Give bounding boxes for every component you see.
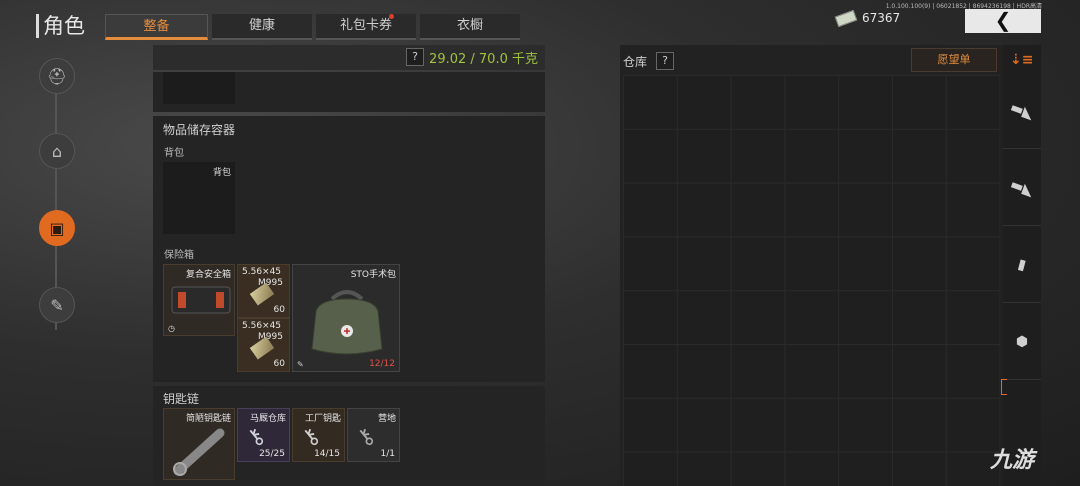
clock-icon: ◷ bbox=[168, 324, 175, 333]
currency-amount: 67367 bbox=[862, 11, 901, 25]
sidebar-item-vest[interactable]: ⌂ bbox=[39, 133, 75, 169]
box-icon: ⬢ bbox=[1015, 333, 1029, 350]
ammo-item[interactable]: 5.56×45 M995 60 bbox=[237, 264, 290, 318]
sidebar-item-tools[interactable]: ✎ bbox=[39, 287, 75, 323]
item-count: 12/12 bbox=[369, 359, 395, 369]
storage-title: 物品储存容器 bbox=[163, 123, 236, 137]
item-name: 工厂钥匙 bbox=[304, 414, 341, 424]
backpack-icon: ▣ bbox=[49, 218, 65, 238]
keychain-title: 钥匙链 bbox=[163, 392, 200, 406]
backpack-slot-label: 背包 bbox=[212, 168, 231, 178]
filter-magazine[interactable]: ▮ bbox=[1003, 227, 1041, 303]
keychain-item[interactable]: 简陋钥匙链 bbox=[163, 408, 235, 480]
page-title: 角色 bbox=[36, 14, 85, 38]
sort-icon[interactable]: ⇣≡ bbox=[1010, 52, 1033, 68]
vest-slot[interactable] bbox=[163, 72, 235, 104]
key-icon: ⚷ bbox=[351, 422, 381, 453]
weight-value: 29.02 / 70.0 千克 bbox=[429, 52, 538, 67]
keychain-icon bbox=[173, 428, 225, 476]
notification-dot bbox=[389, 14, 394, 19]
tab-label: 整备 bbox=[143, 19, 170, 34]
wrench-icon: ✎ bbox=[50, 295, 64, 315]
tab-health[interactable]: 健康 bbox=[212, 14, 312, 40]
vest-icon: ⌂ bbox=[51, 141, 63, 161]
medkit-item[interactable]: STO手术包 ✚ ✎ 12/12 bbox=[292, 264, 400, 372]
svg-text:✚: ✚ bbox=[344, 327, 351, 336]
tab-loadout[interactable]: 整备 bbox=[105, 14, 208, 40]
tab-label: 礼包卡券 bbox=[339, 18, 392, 33]
warehouse-title: 仓库 bbox=[623, 55, 648, 69]
scroll-marker bbox=[1001, 379, 1007, 395]
key-icon: ⚷ bbox=[241, 422, 271, 453]
item-name: STO手术包 bbox=[350, 270, 396, 280]
repair-icon: ✎ bbox=[297, 360, 304, 369]
filter-box[interactable]: ⬢ bbox=[1003, 304, 1041, 380]
magazine-icon: ▮ bbox=[1016, 255, 1028, 274]
back-button[interactable]: ❮ bbox=[965, 9, 1041, 33]
sidebar-item-backpack[interactable]: ▣ bbox=[39, 210, 75, 246]
weight-help-button[interactable]: ? bbox=[406, 48, 424, 66]
filter-rifle-2[interactable]: ▬◣ bbox=[1003, 150, 1041, 226]
safebox-label: 保险箱 bbox=[164, 250, 194, 261]
key-icon: ⚷ bbox=[296, 422, 326, 453]
chevron-left-icon: ❮ bbox=[994, 8, 1012, 32]
warehouse-help-button[interactable]: ? bbox=[656, 52, 674, 70]
backpack-label: 背包 bbox=[164, 148, 184, 159]
helmet-icon: ⛑ bbox=[46, 66, 68, 86]
tab-gifts[interactable]: 礼包卡券 bbox=[316, 14, 416, 40]
wishlist-button[interactable]: 愿望单 bbox=[911, 48, 997, 72]
currency-display: 67367 bbox=[834, 9, 901, 27]
item-count: 1/1 bbox=[380, 449, 395, 459]
key-item[interactable]: 马厩仓库 ⚷ 25/25 bbox=[237, 408, 290, 462]
filter-rifle[interactable]: ▬◣ bbox=[1003, 73, 1041, 149]
warehouse-grid[interactable] bbox=[623, 75, 1000, 486]
item-count: 14/15 bbox=[314, 449, 340, 459]
rifle-icon: ▬◣ bbox=[1007, 175, 1037, 200]
ammo-item[interactable]: 5.56×45 M995 60 bbox=[237, 318, 290, 372]
key-item[interactable]: 营地 ⚷ 1/1 bbox=[347, 408, 400, 462]
weight-bar: ? 29.02 / 70.0 千克 bbox=[153, 45, 545, 70]
safebox-icon bbox=[171, 286, 231, 314]
tab-wardrobe[interactable]: 衣橱 bbox=[420, 14, 520, 40]
key-item[interactable]: 工厂钥匙 ⚷ 14/15 bbox=[292, 408, 345, 462]
item-name: 马厩仓库 bbox=[249, 414, 286, 424]
rifle-icon: ▬◣ bbox=[1007, 98, 1037, 123]
backpack-slot[interactable]: 背包 bbox=[163, 162, 235, 234]
watermark-logo: 九游 bbox=[990, 448, 1035, 473]
tab-label: 健康 bbox=[248, 18, 275, 33]
medkit-icon: ✚ bbox=[311, 290, 383, 355]
safebox-item[interactable]: 复合安全箱 ◷ bbox=[163, 264, 235, 336]
item-count: 60 bbox=[273, 359, 285, 369]
item-count: 25/25 bbox=[259, 449, 285, 459]
tab-label: 衣橱 bbox=[456, 18, 483, 33]
cash-icon bbox=[834, 9, 858, 27]
item-name: 复合安全箱 bbox=[185, 270, 231, 280]
item-count: 60 bbox=[273, 305, 285, 315]
sidebar-item-helmet[interactable]: ⛑ bbox=[39, 58, 75, 94]
item-name: 营地 bbox=[377, 414, 396, 424]
